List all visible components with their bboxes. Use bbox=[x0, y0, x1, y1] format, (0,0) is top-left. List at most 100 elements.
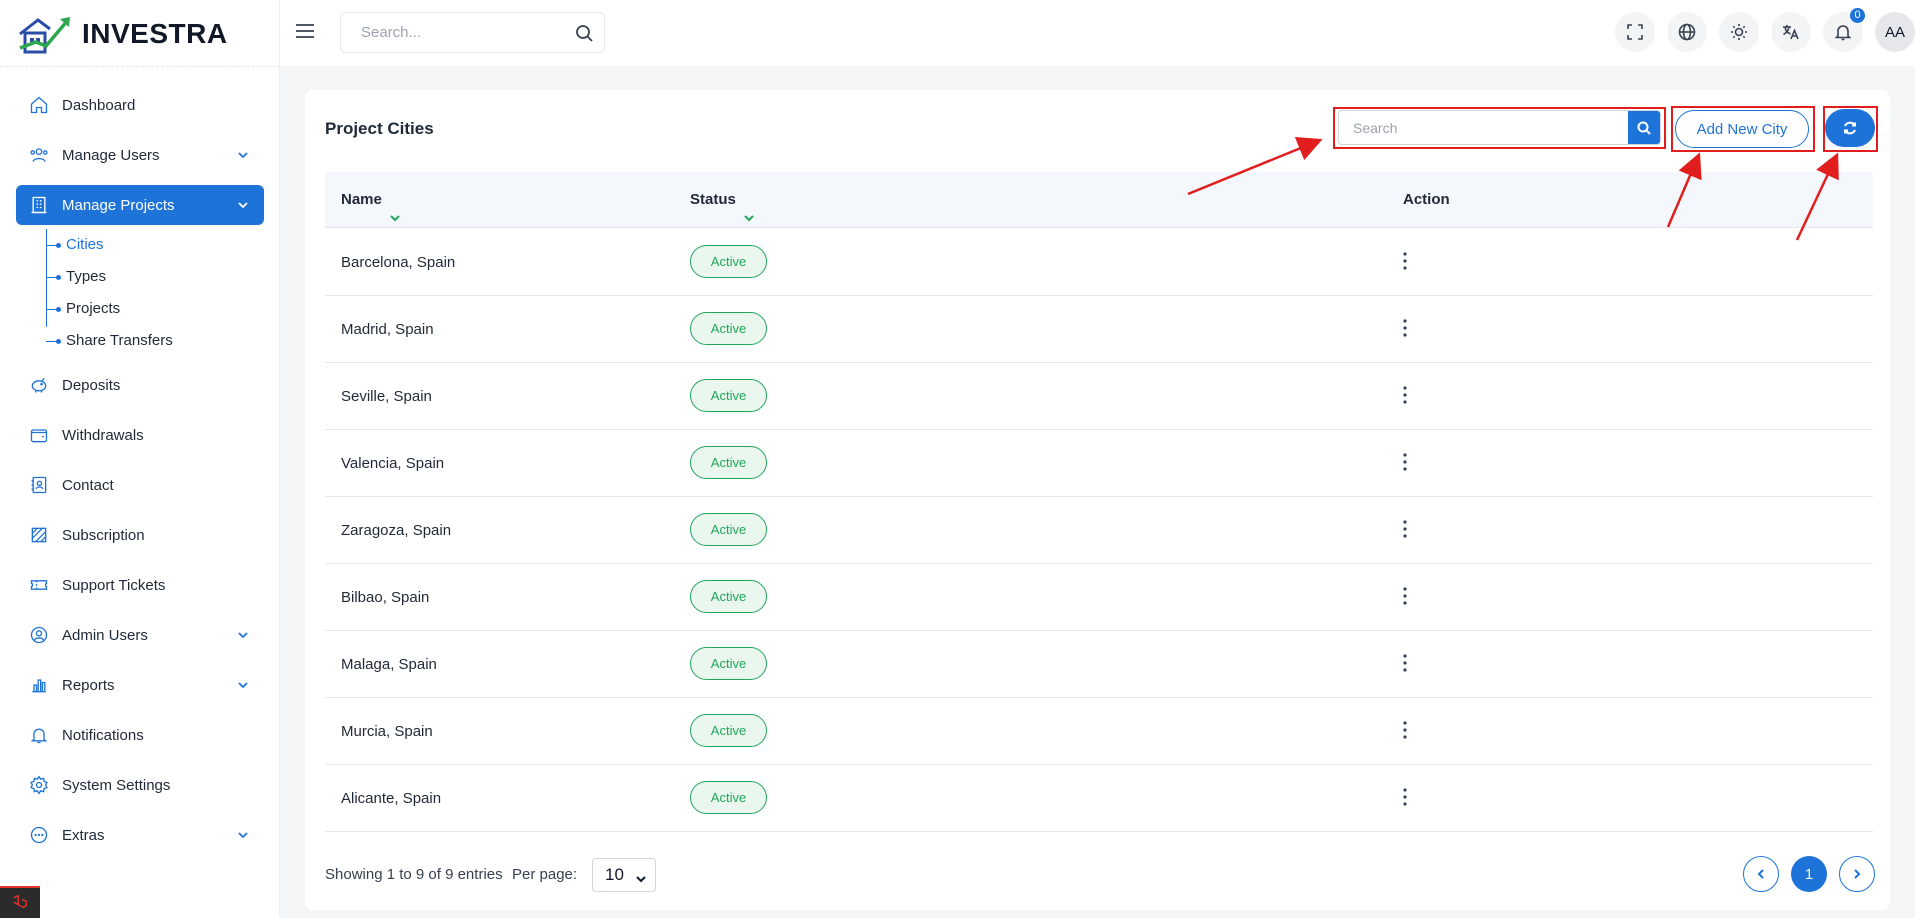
row-actions-kebab-icon[interactable] bbox=[1395, 383, 1415, 407]
brand-logo[interactable]: INVESTRA bbox=[16, 12, 228, 56]
row-actions-kebab-icon[interactable] bbox=[1395, 651, 1415, 675]
notifications-button[interactable]: 0 bbox=[1823, 8, 1865, 52]
table-row: Seville, Spain Active bbox=[325, 363, 1873, 430]
search-icon[interactable] bbox=[574, 23, 594, 43]
sort-chevron-icon bbox=[742, 193, 756, 222]
status-badge: Active bbox=[690, 647, 767, 680]
pagination-prev-button[interactable] bbox=[1743, 856, 1779, 892]
user-avatar[interactable]: AA bbox=[1875, 12, 1915, 52]
submenu-item-projects[interactable]: Projects bbox=[46, 293, 264, 325]
table-search-input[interactable] bbox=[1339, 111, 1629, 144]
refresh-icon bbox=[1844, 121, 1856, 135]
per-page-label: Per page: bbox=[512, 866, 578, 883]
sidebar-item-admin-users[interactable]: Admin Users bbox=[16, 615, 264, 655]
debugbar-toggle[interactable] bbox=[0, 886, 40, 918]
row-actions-kebab-icon[interactable] bbox=[1395, 249, 1415, 273]
sidebar-item-label: Withdrawals bbox=[62, 426, 144, 444]
city-name: Malaga, Spain bbox=[341, 656, 437, 673]
entries-summary: Showing 1 to 9 of 9 entries bbox=[325, 866, 503, 883]
sidebar-item-deposits[interactable]: Deposits bbox=[16, 365, 264, 405]
status-badge: Active bbox=[690, 513, 767, 546]
chevron-down-icon bbox=[236, 198, 250, 212]
add-new-city-button[interactable]: Add New City bbox=[1675, 110, 1809, 148]
sidebar-item-contact[interactable]: Contact bbox=[16, 465, 264, 505]
sidebar-item-reports[interactable]: Reports bbox=[16, 665, 264, 705]
city-name: Bilbao, Spain bbox=[341, 589, 430, 606]
refresh-button[interactable] bbox=[1825, 109, 1875, 147]
notification-count-badge: 0 bbox=[1850, 8, 1865, 23]
per-page-select[interactable]: 10 bbox=[592, 858, 656, 892]
sun-icon bbox=[1731, 24, 1747, 40]
submenu-item-cities[interactable]: Cities bbox=[46, 229, 264, 261]
more-icon bbox=[28, 824, 50, 846]
submenu-item-share-transfers[interactable]: Share Transfers bbox=[46, 325, 264, 357]
table-body: Barcelona, Spain Active Madrid, Spain Ac… bbox=[325, 229, 1873, 832]
project-cities-card: Project Cities Add New City Name Status … bbox=[305, 90, 1890, 910]
row-actions-kebab-icon[interactable] bbox=[1395, 517, 1415, 541]
translate-icon bbox=[1783, 25, 1799, 40]
city-name: Zaragoza, Spain bbox=[341, 522, 452, 539]
table-search-button[interactable] bbox=[1628, 111, 1660, 144]
per-page-value: 10 bbox=[605, 865, 624, 884]
row-actions-kebab-icon[interactable] bbox=[1395, 584, 1415, 608]
sidebar-item-label: Contact bbox=[62, 476, 114, 494]
status-badge: Active bbox=[690, 312, 767, 345]
sidebar-item-subscription[interactable]: Subscription bbox=[16, 515, 264, 555]
sidebar-item-label: Support Tickets bbox=[62, 576, 166, 594]
chevron-down-icon bbox=[236, 678, 250, 692]
sort-chevron-icon bbox=[388, 193, 402, 222]
theme-toggle-button[interactable] bbox=[1719, 12, 1759, 52]
table-row: Bilbao, Spain Active bbox=[325, 564, 1873, 631]
table-row: Malaga, Spain Active bbox=[325, 631, 1873, 698]
row-actions-kebab-icon[interactable] bbox=[1395, 785, 1415, 809]
chevron-down-icon bbox=[236, 628, 250, 642]
column-header-action: Action bbox=[1403, 172, 1450, 228]
global-search bbox=[340, 12, 605, 53]
wallet-icon bbox=[28, 424, 50, 446]
sidebar-item-manage-projects[interactable]: Manage Projects bbox=[16, 185, 264, 225]
status-badge: Active bbox=[690, 580, 767, 613]
table-search bbox=[1338, 110, 1661, 145]
column-header-label: Name bbox=[341, 191, 382, 208]
sidebar-item-label: Reports bbox=[62, 676, 115, 694]
sidebar-item-withdrawals[interactable]: Withdrawals bbox=[16, 415, 264, 455]
brand-name: INVESTRA bbox=[82, 18, 228, 49]
city-name: Madrid, Spain bbox=[341, 321, 434, 338]
column-header-status[interactable]: Status bbox=[690, 172, 756, 228]
language-button[interactable] bbox=[1667, 12, 1707, 52]
city-name: Valencia, Spain bbox=[341, 455, 445, 472]
sidebar-item-system-settings[interactable]: System Settings bbox=[16, 765, 264, 805]
chevron-right-icon bbox=[1854, 869, 1861, 879]
global-search-input[interactable] bbox=[341, 13, 551, 52]
piggy-bank-icon bbox=[28, 374, 50, 396]
page-title: Project Cities bbox=[325, 119, 434, 138]
top-bar: 0 AA bbox=[280, 0, 1915, 66]
status-badge: Active bbox=[690, 446, 767, 479]
table-row: Valencia, Spain Active bbox=[325, 430, 1873, 497]
globe-icon bbox=[1678, 23, 1696, 41]
sidebar-item-label: Admin Users bbox=[62, 626, 148, 644]
pagination-next-button[interactable] bbox=[1839, 856, 1875, 892]
top-bar-actions: 0 AA bbox=[1615, 8, 1915, 52]
sidebar-item-manage-users[interactable]: Manage Users bbox=[16, 135, 264, 175]
fullscreen-icon bbox=[1627, 24, 1643, 40]
building-icon bbox=[28, 194, 50, 216]
translate-button[interactable] bbox=[1771, 12, 1811, 52]
menu-toggle-icon[interactable] bbox=[292, 18, 318, 44]
row-actions-kebab-icon[interactable] bbox=[1395, 316, 1415, 340]
sidebar-item-label: Deposits bbox=[62, 376, 121, 394]
fullscreen-button[interactable] bbox=[1615, 12, 1655, 52]
sidebar-item-support-tickets[interactable]: Support Tickets bbox=[16, 565, 264, 605]
row-actions-kebab-icon[interactable] bbox=[1395, 450, 1415, 474]
row-actions-kebab-icon[interactable] bbox=[1395, 718, 1415, 742]
sidebar-item-notifications[interactable]: Notifications bbox=[16, 715, 264, 755]
sidebar-item-extras[interactable]: Extras bbox=[16, 815, 264, 855]
column-header-name[interactable]: Name bbox=[341, 172, 402, 228]
chart-icon bbox=[28, 674, 50, 696]
pagination-page-button[interactable]: 1 bbox=[1791, 856, 1827, 892]
submenu-item-types[interactable]: Types bbox=[46, 261, 264, 293]
ticket-icon bbox=[28, 574, 50, 596]
sidebar-item-label: System Settings bbox=[62, 776, 171, 794]
sidebar: INVESTRA Dashboard Manage Users Manage P… bbox=[0, 0, 280, 918]
sidebar-item-dashboard[interactable]: Dashboard bbox=[16, 85, 264, 125]
